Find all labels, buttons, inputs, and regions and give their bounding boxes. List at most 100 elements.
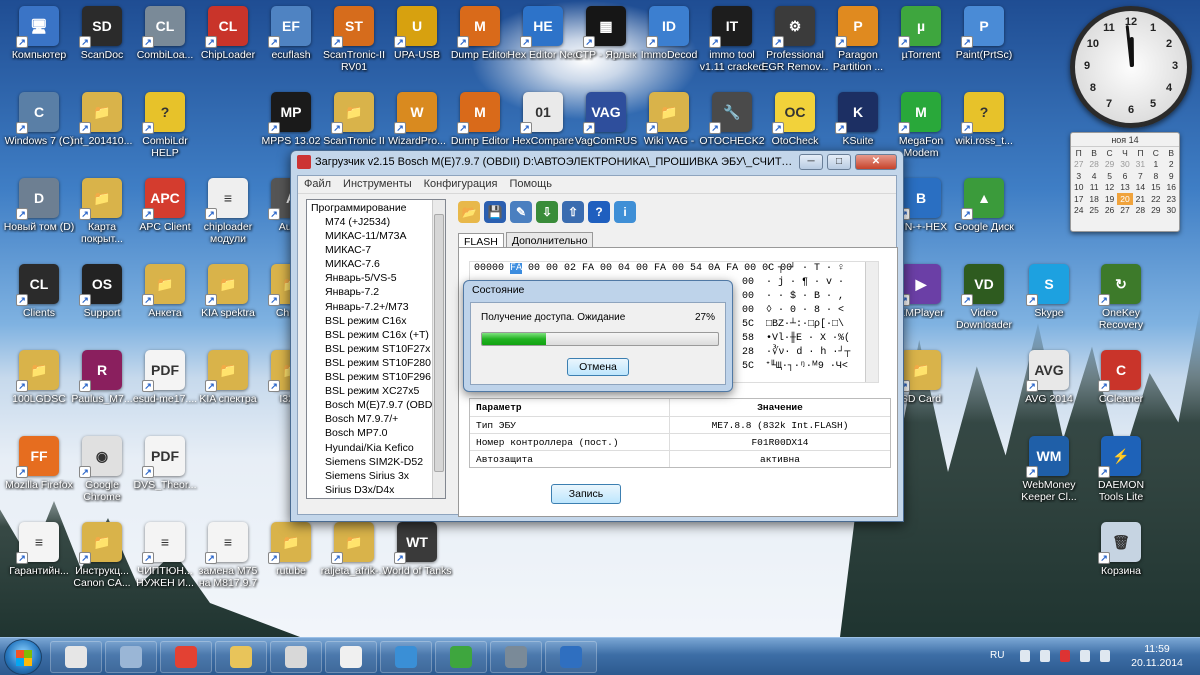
menu-file[interactable]: Файл [304,178,331,191]
calendar-day[interactable]: 5 [1102,170,1117,182]
tray-battery-icon[interactable] [1040,650,1050,662]
read-icon[interactable]: ⇩ [536,201,558,223]
cancel-button[interactable]: Отмена [567,358,629,376]
save-icon[interactable]: 💾 [484,201,506,223]
calendar-day[interactable]: 29 [1148,205,1163,217]
calendar-day[interactable]: 18 [1086,193,1101,205]
calendar-day[interactable]: 30 [1117,159,1132,171]
calendar-day[interactable]: 28 [1133,205,1148,217]
calendar-day[interactable]: 15 [1148,182,1163,194]
close-button[interactable]: ✕ [855,154,897,170]
tree-item[interactable]: Siemens Sirius 3x [307,470,445,484]
desktop-icon[interactable]: VD ↗ Video Downloader [947,260,1021,346]
desktop-icon[interactable]: AVG ↗ AVG 2014 [1012,346,1086,432]
calendar-day[interactable]: 24 [1071,205,1086,217]
tree-item[interactable]: BSL режим ST10F280 [307,357,445,371]
taskbar-explorer-apps[interactable] [50,641,102,673]
hex-row[interactable]: 00000 FA 00 00 02 FA 00 04 00 FA 00 54 0… [470,262,878,276]
tree-item[interactable]: BSL режим ST10F27x [307,343,445,357]
calendar-day[interactable]: 25 [1086,205,1101,217]
desktop-icon[interactable]: WT ↗ World of Tanks [380,518,454,604]
tray-clock[interactable]: 11:59 20.11.2014 [1122,642,1192,670]
taskbar-network[interactable] [380,641,432,673]
tree-item[interactable]: Sirius D3x/D4x [307,484,445,498]
desktop-icon[interactable]: WM ↗ WebMoney Keeper Cl... [1012,432,1086,518]
menu-config[interactable]: Конфигурация [424,178,498,191]
language-indicator[interactable]: RU [990,650,1004,661]
taskbar-utorrent[interactable] [435,641,487,673]
taskbar-calculator[interactable] [105,641,157,673]
calendar-day[interactable]: 16 [1164,182,1179,194]
tree-item[interactable]: Bosch M7.9.7/+ [307,413,445,427]
tree-item[interactable]: M74 (+J2534) [307,216,445,230]
edit-icon[interactable]: ✎ [510,201,532,223]
tree-item[interactable]: BSL режим ST10F296 [307,371,445,385]
calendar-day[interactable]: 27 [1117,205,1132,217]
tree-item[interactable]: BSL режим C16x (+T) [307,329,445,343]
calendar-gadget[interactable]: ноя 14 П В С Ч П С В 27 28 29 30 31 1 2 3 4 5 6 7 8 9 10 11 12 1… [1070,132,1180,232]
calendar-day[interactable]: 22 [1148,193,1163,205]
calendar-day[interactable]: 9 [1164,170,1179,182]
tree-item[interactable]: Siemens SIM2K-D52 [307,456,445,470]
tree-item[interactable]: МИКАС-7.6 [307,258,445,272]
calendar-day[interactable]: 29 [1102,159,1117,171]
taskbar-chiploader[interactable] [490,641,542,673]
open-folder-icon[interactable]: 📂 [458,201,480,223]
calendar-day[interactable]: 19 [1102,193,1117,205]
desktop-icon[interactable]: P ↗ Paint(PrtSc) [947,2,1021,88]
tree-item[interactable]: Hyundai/Kia Kefico [307,442,445,456]
start-button[interactable] [4,639,42,675]
maximize-button[interactable]: □ [827,154,851,170]
desktop-icon[interactable]: ? ↗ wiki.ross_t... [947,88,1021,174]
calendar-day[interactable]: 10 [1071,182,1086,194]
calendar-day[interactable]: 27 [1071,159,1086,171]
desktop-icon[interactable]: ↻ ↗ OneKey Recovery [1084,260,1158,346]
taskbar-notepad[interactable] [270,641,322,673]
desktop-icon[interactable]: C ↗ CCleaner [1084,346,1158,432]
calendar-day[interactable]: 17 [1071,193,1086,205]
desktop-icon[interactable]: PDF ↗ DVS_Theor... [128,432,202,518]
window-titlebar[interactable]: Загрузчик v2.15 Bosch M(E)7.9.7 (OBDII) … [291,151,903,173]
tree-item[interactable]: МИКАС-7 [307,244,445,258]
help-icon[interactable]: ? [588,201,610,223]
menu-help[interactable]: Помощь [509,178,552,191]
tree-item[interactable]: Январь-7.2 [307,286,445,300]
tree-item[interactable]: VS-5.6 [307,498,445,499]
calendar-day[interactable]: 12 [1102,182,1117,194]
tree-item[interactable]: Bosch M(E)7.9.7 (OBDII) [307,399,445,413]
menu-tools[interactable]: Инструменты [343,178,412,191]
tree-item[interactable]: МИКАС-11/M73A [307,230,445,244]
calendar-day[interactable]: 13 [1117,182,1132,194]
calendar-day[interactable]: 21 [1133,193,1148,205]
hex-selected-byte[interactable]: FA [510,263,523,274]
calendar-day[interactable]: 7 [1133,170,1148,182]
tree-item[interactable]: Январь-7.2+/M73 [307,301,445,315]
tree-item[interactable]: Январь-5/VS-5 [307,272,445,286]
info-icon[interactable]: i [614,201,636,223]
calendar-day[interactable]: 4 [1086,170,1101,182]
desktop-icon[interactable]: 🗑 ↗ Корзина [1084,518,1158,604]
desktop-icon[interactable]: S ↗ Skype [1012,260,1086,346]
tray-network-icon[interactable] [1080,650,1090,662]
calendar-day[interactable]: 6 [1117,170,1132,182]
tree-item[interactable]: BSL режим XC27x5 [307,385,445,399]
calendar-day[interactable]: 23 [1164,193,1179,205]
desktop-icon[interactable]: ▲ ↗ Google Диск [947,174,1021,260]
tray-flag-icon[interactable] [1020,650,1030,662]
write-icon[interactable]: ⇧ [562,201,584,223]
tray-antivirus-icon[interactable] [1060,650,1070,662]
taskbar-chrome[interactable] [160,641,212,673]
calendar-day[interactable]: 14 [1133,182,1148,194]
calendar-day[interactable]: 30 [1164,205,1179,217]
tree-root[interactable]: Программирование [307,200,445,216]
tree-item[interactable]: BSL режим C16x [307,315,445,329]
desktop-icon[interactable]: ⚡ ↗ DAEMON Tools Lite [1084,432,1158,518]
calendar-day[interactable]: 3 [1071,170,1086,182]
tray-volume-icon[interactable] [1100,650,1110,662]
calendar-month[interactable]: ноя 14 [1071,133,1179,147]
calendar-day[interactable]: 26 [1102,205,1117,217]
clock-gadget[interactable]: 12 1 2 3 4 5 6 7 8 9 10 11 [1070,6,1192,128]
taskbar-loader[interactable] [545,641,597,673]
calendar-day[interactable]: 20 [1117,193,1133,205]
calendar-day[interactable]: 28 [1086,159,1101,171]
